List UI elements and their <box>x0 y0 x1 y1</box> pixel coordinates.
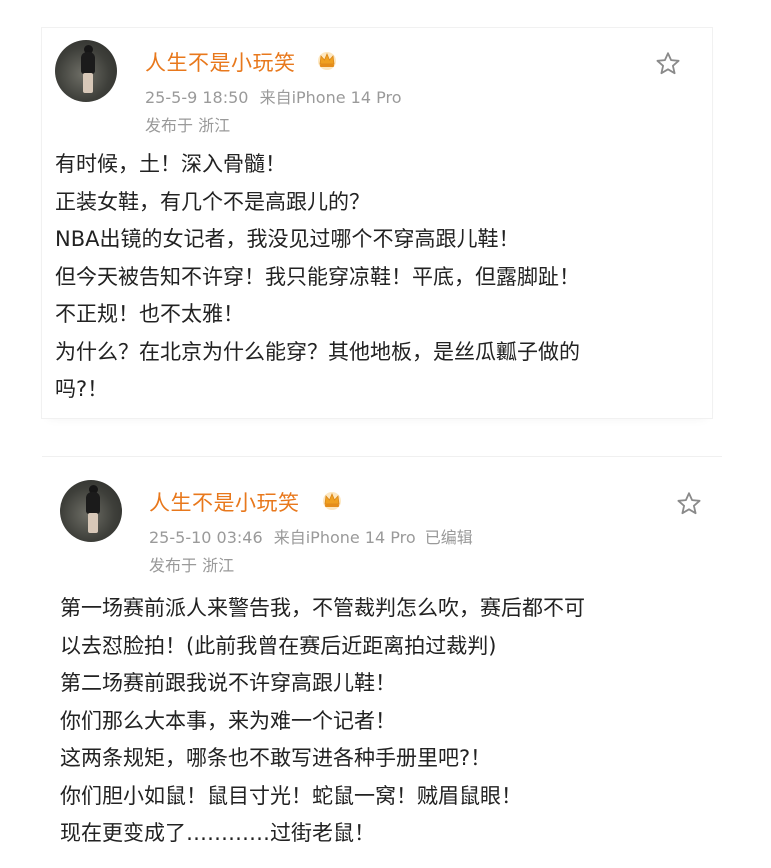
weibo-screenshot: 人生不是小玩笑 25-5-9 18:50 来自iPhone 14 Pro 发布于… <box>0 0 771 868</box>
star-outline-icon[interactable] <box>675 490 703 518</box>
post-line: 第一场赛前派人来警告我，不管裁判怎么吹，赛后都不可 <box>60 596 585 620</box>
post-line: 正装女鞋，有几个不是高跟儿的？ <box>55 189 370 214</box>
username[interactable]: 人生不是小玩笑 <box>145 47 296 77</box>
post-line: 吗?！ <box>55 377 109 401</box>
post-date: 25-5-9 18:50 <box>145 88 249 107</box>
crown-badge-icon <box>318 52 336 70</box>
star-outline-icon[interactable] <box>654 50 682 78</box>
post-meta: 25-5-10 03:46 来自iPhone 14 Pro 已编辑 <box>149 524 473 548</box>
post-location: 发布于 浙江 <box>149 556 235 575</box>
post-content: 第一场赛前派人来警告我，不管裁判怎么吹，赛后都不可 以去怼脸拍！(此前我曾在赛后… <box>60 590 585 853</box>
post-line: 第二场赛前跟我说不许穿高跟儿鞋！ <box>60 671 396 695</box>
avatar[interactable] <box>55 40 117 102</box>
edited-label: 已编辑 <box>424 528 473 547</box>
avatar[interactable] <box>60 480 122 542</box>
post-line: 你们胆小如鼠！鼠目寸光！蛇鼠一窝！贼眉鼠眼！ <box>60 783 522 808</box>
post-line: NBA出镜的女记者，我没见过哪个不穿高跟儿鞋！ <box>55 227 520 251</box>
post-line: 你们那么大本事，来为难一个记者！ <box>60 708 396 733</box>
post-card: 人生不是小玩笑 25-5-9 18:50 来自iPhone 14 Pro 发布于… <box>42 28 712 418</box>
post-source: 来自iPhone 14 Pro <box>273 528 416 547</box>
post-line: 为什么？在北京为什么能穿？其他地板，是丝瓜瓤子做的 <box>55 339 580 364</box>
crown-badge-icon <box>323 492 341 510</box>
username[interactable]: 人生不是小玩笑 <box>149 487 300 517</box>
post-source: 来自iPhone 14 Pro <box>259 88 402 107</box>
post-date: 25-5-10 03:46 <box>149 528 263 547</box>
post-card: 人生不是小玩笑 25-5-10 03:46 来自iPhone 14 Pro 已编… <box>42 456 722 868</box>
post-location: 发布于 浙江 <box>145 116 231 135</box>
post-line: 以去怼脸拍！(此前我曾在赛后近距离拍过裁判) <box>60 633 497 658</box>
post-line: 但今天被告知不许穿！我只能穿凉鞋！平底，但露脚趾！ <box>55 264 580 289</box>
post-line: 不正规！也不太雅！ <box>55 302 244 326</box>
post-content: 有时候，土！深入骨髓！ 正装女鞋，有几个不是高跟儿的？ NBA出镜的女记者，我没… <box>55 146 580 409</box>
post-line: 有时候，土！深入骨髓！ <box>55 152 286 176</box>
post-line: 这两条规矩，哪条也不敢写进各种手册里吧?！ <box>60 746 492 770</box>
post-line: 现在更变成了…………过街老鼠！ <box>60 821 375 845</box>
post-meta: 25-5-9 18:50 来自iPhone 14 Pro <box>145 84 402 108</box>
